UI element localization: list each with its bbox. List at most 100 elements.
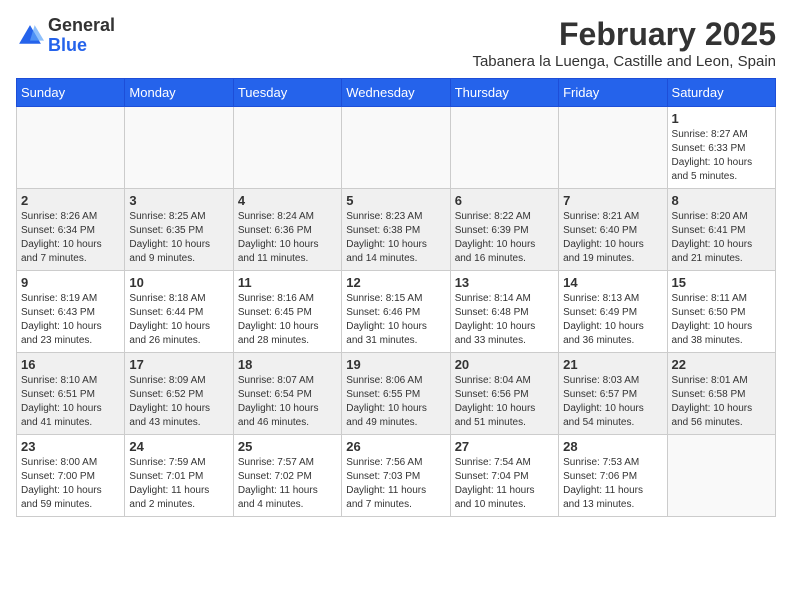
calendar-cell: 7 Sunrise: 8:21 AM Sunset: 6:40 PM Daylig…	[559, 189, 667, 271]
logo: General Blue	[16, 16, 115, 56]
calendar-cell: 8 Sunrise: 8:20 AM Sunset: 6:41 PM Daylig…	[667, 189, 775, 271]
day-number: 7	[563, 193, 662, 208]
day-number: 21	[563, 357, 662, 372]
day-number: 16	[21, 357, 120, 372]
calendar-title: February 2025	[472, 16, 776, 53]
calendar-day-header: Saturday	[667, 79, 775, 107]
calendar-day-header: Sunday	[17, 79, 125, 107]
calendar-cell: 27 Sunrise: 7:54 AM Sunset: 7:04 PM Dayli…	[450, 435, 558, 517]
day-number: 8	[672, 193, 771, 208]
day-info: Sunrise: 8:22 AM Sunset: 6:39 PM Dayligh…	[455, 210, 554, 266]
calendar-cell	[125, 107, 233, 189]
day-number: 4	[238, 193, 337, 208]
day-number: 3	[129, 193, 228, 208]
calendar-cell: 3 Sunrise: 8:25 AM Sunset: 6:35 PM Daylig…	[125, 189, 233, 271]
day-number: 9	[21, 275, 120, 290]
day-number: 1	[672, 111, 771, 126]
calendar-week-row: 2 Sunrise: 8:26 AM Sunset: 6:34 PM Daylig…	[17, 189, 776, 271]
day-info: Sunrise: 7:59 AM Sunset: 7:01 PM Dayligh…	[129, 456, 228, 512]
calendar-cell: 21 Sunrise: 8:03 AM Sunset: 6:57 PM Dayli…	[559, 353, 667, 435]
day-info: Sunrise: 8:01 AM Sunset: 6:58 PM Dayligh…	[672, 374, 771, 430]
calendar-cell: 18Sunrise: 8:07 AM Sunset: 6:54 PM Dayli…	[233, 353, 341, 435]
calendar-day-header: Friday	[559, 79, 667, 107]
logo-icon	[16, 22, 44, 50]
day-number: 11	[238, 275, 337, 290]
calendar-week-row: 9Sunrise: 8:19 AM Sunset: 6:43 PM Daylig…	[17, 271, 776, 353]
calendar-header-row: SundayMondayTuesdayWednesdayThursdayFrid…	[17, 79, 776, 107]
calendar-cell: 22 Sunrise: 8:01 AM Sunset: 6:58 PM Dayli…	[667, 353, 775, 435]
day-info: Sunrise: 8:09 AM Sunset: 6:52 PM Dayligh…	[129, 374, 228, 430]
calendar-day-header: Monday	[125, 79, 233, 107]
day-number: 12	[346, 275, 445, 290]
day-info: Sunrise: 8:06 AM Sunset: 6:55 PM Dayligh…	[346, 374, 445, 430]
calendar-cell: 6 Sunrise: 8:22 AM Sunset: 6:39 PM Daylig…	[450, 189, 558, 271]
calendar-cell: 16 Sunrise: 8:10 AM Sunset: 6:51 PM Dayli…	[17, 353, 125, 435]
day-info: Sunrise: 7:54 AM Sunset: 7:04 PM Dayligh…	[455, 456, 554, 512]
calendar-cell: 1 Sunrise: 8:27 AM Sunset: 6:33 PM Daylig…	[667, 107, 775, 189]
calendar-subtitle: Tabanera la Luenga, Castille and Leon, S…	[472, 53, 776, 70]
calendar-cell: 4 Sunrise: 8:24 AM Sunset: 6:36 PM Daylig…	[233, 189, 341, 271]
day-number: 20	[455, 357, 554, 372]
day-info: Sunrise: 7:56 AM Sunset: 7:03 PM Dayligh…	[346, 456, 445, 512]
calendar-cell: 12 Sunrise: 8:15 AM Sunset: 6:46 PM Dayli…	[342, 271, 450, 353]
day-number: 14	[563, 275, 662, 290]
day-number: 24	[129, 439, 228, 454]
day-info: Sunrise: 8:27 AM Sunset: 6:33 PM Dayligh…	[672, 128, 771, 184]
day-info: Sunrise: 8:18 AM Sunset: 6:44 PM Dayligh…	[129, 292, 228, 348]
calendar-cell: 14 Sunrise: 8:13 AM Sunset: 6:49 PM Dayli…	[559, 271, 667, 353]
day-number: 19	[346, 357, 445, 372]
page-header: General Blue February 2025 Tabanera la L…	[16, 16, 776, 70]
day-info: Sunrise: 8:21 AM Sunset: 6:40 PM Dayligh…	[563, 210, 662, 266]
day-number: 22	[672, 357, 771, 372]
day-info: Sunrise: 7:57 AM Sunset: 7:02 PM Dayligh…	[238, 456, 337, 512]
calendar-cell: 24 Sunrise: 7:59 AM Sunset: 7:01 PM Dayli…	[125, 435, 233, 517]
day-info: Sunrise: 8:26 AM Sunset: 6:34 PM Dayligh…	[21, 210, 120, 266]
calendar-cell: 2 Sunrise: 8:26 AM Sunset: 6:34 PM Daylig…	[17, 189, 125, 271]
day-number: 25	[238, 439, 337, 454]
calendar-day-header: Wednesday	[342, 79, 450, 107]
logo-text: General Blue	[48, 16, 115, 56]
calendar-cell	[450, 107, 558, 189]
calendar-cell	[342, 107, 450, 189]
day-number: 23	[21, 439, 120, 454]
day-number: 15	[672, 275, 771, 290]
calendar-cell: 15 Sunrise: 8:11 AM Sunset: 6:50 PM Dayli…	[667, 271, 775, 353]
logo-blue: Blue	[48, 36, 115, 56]
day-number: 10	[129, 275, 228, 290]
calendar-cell: 26 Sunrise: 7:56 AM Sunset: 7:03 PM Dayli…	[342, 435, 450, 517]
day-info: Sunrise: 8:13 AM Sunset: 6:49 PM Dayligh…	[563, 292, 662, 348]
calendar-week-row: 1 Sunrise: 8:27 AM Sunset: 6:33 PM Daylig…	[17, 107, 776, 189]
day-info: Sunrise: 8:25 AM Sunset: 6:35 PM Dayligh…	[129, 210, 228, 266]
day-number: 26	[346, 439, 445, 454]
calendar-cell: 20 Sunrise: 8:04 AM Sunset: 6:56 PM Dayli…	[450, 353, 558, 435]
day-info: Sunrise: 8:04 AM Sunset: 6:56 PM Dayligh…	[455, 374, 554, 430]
day-info: Sunrise: 8:03 AM Sunset: 6:57 PM Dayligh…	[563, 374, 662, 430]
calendar-cell: 28 Sunrise: 7:53 AM Sunset: 7:06 PM Dayli…	[559, 435, 667, 517]
calendar-cell: 5Sunrise: 8:23 AM Sunset: 6:38 PM Daylig…	[342, 189, 450, 271]
day-number: 2	[21, 193, 120, 208]
calendar-cell: 25 Sunrise: 7:57 AM Sunset: 7:02 PM Dayli…	[233, 435, 341, 517]
day-info: Sunrise: 7:53 AM Sunset: 7:06 PM Dayligh…	[563, 456, 662, 512]
calendar-cell: 10 Sunrise: 8:18 AM Sunset: 6:44 PM Dayli…	[125, 271, 233, 353]
calendar-cell: 17Sunrise: 8:09 AM Sunset: 6:52 PM Dayli…	[125, 353, 233, 435]
calendar-cell: 13 Sunrise: 8:14 AM Sunset: 6:48 PM Dayli…	[450, 271, 558, 353]
calendar-cell: 11Sunrise: 8:16 AM Sunset: 6:45 PM Dayli…	[233, 271, 341, 353]
calendar-cell: 23Sunrise: 8:00 AM Sunset: 7:00 PM Dayli…	[17, 435, 125, 517]
day-number: 28	[563, 439, 662, 454]
day-number: 27	[455, 439, 554, 454]
day-info: Sunrise: 8:20 AM Sunset: 6:41 PM Dayligh…	[672, 210, 771, 266]
calendar-week-row: 16 Sunrise: 8:10 AM Sunset: 6:51 PM Dayli…	[17, 353, 776, 435]
calendar-cell	[233, 107, 341, 189]
calendar-week-row: 23Sunrise: 8:00 AM Sunset: 7:00 PM Dayli…	[17, 435, 776, 517]
day-info: Sunrise: 8:14 AM Sunset: 6:48 PM Dayligh…	[455, 292, 554, 348]
day-info: Sunrise: 8:11 AM Sunset: 6:50 PM Dayligh…	[672, 292, 771, 348]
day-number: 5	[346, 193, 445, 208]
day-info: Sunrise: 8:15 AM Sunset: 6:46 PM Dayligh…	[346, 292, 445, 348]
calendar-cell	[17, 107, 125, 189]
day-number: 6	[455, 193, 554, 208]
day-info: Sunrise: 8:24 AM Sunset: 6:36 PM Dayligh…	[238, 210, 337, 266]
day-info: Sunrise: 8:10 AM Sunset: 6:51 PM Dayligh…	[21, 374, 120, 430]
calendar-cell: 19 Sunrise: 8:06 AM Sunset: 6:55 PM Dayli…	[342, 353, 450, 435]
day-info: Sunrise: 8:07 AM Sunset: 6:54 PM Dayligh…	[238, 374, 337, 430]
day-number: 13	[455, 275, 554, 290]
